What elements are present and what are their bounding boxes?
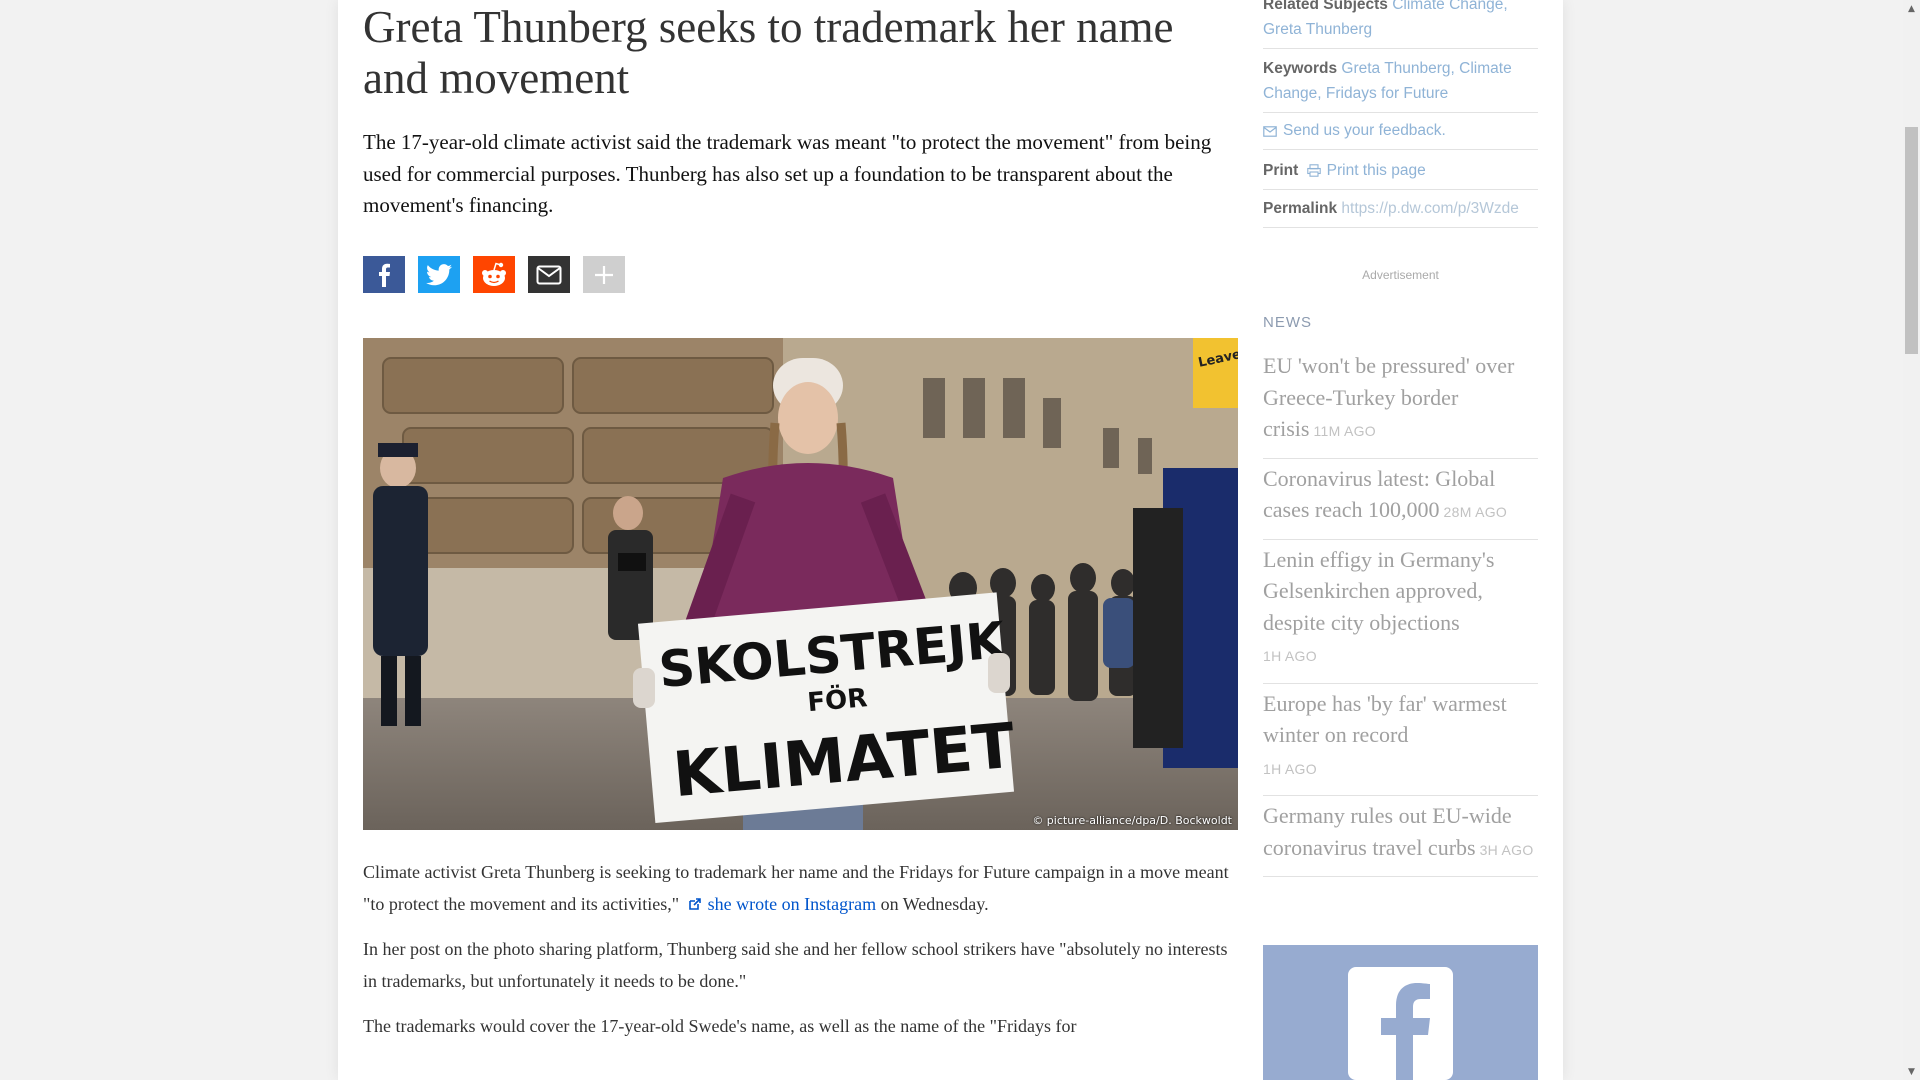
twitter-icon: [426, 263, 452, 285]
keywords-links-2[interactable]: Change, Fridays for Future: [1263, 85, 1448, 102]
permalink-label: Permalink: [1263, 200, 1338, 217]
keywords-label: Keywords: [1263, 60, 1338, 77]
feedback-link[interactable]: Send us your feedback.: [1283, 122, 1446, 139]
article-photo: Leave SKOLSTREJK FÖR KLIMATET © picture-…: [363, 338, 1238, 830]
facebook-icon: [379, 263, 390, 287]
envelope-icon: [1263, 126, 1277, 137]
print-row: Print Print this page: [1263, 158, 1538, 190]
permalink-row: Permalink https://p.dw.com/p/3Wzde: [1263, 196, 1538, 228]
share-bar: [363, 256, 625, 293]
body-paragraph-2: In her post on the photo sharing platfor…: [363, 939, 1228, 991]
news-heading: NEWS: [1263, 314, 1312, 331]
news-title: Europe has 'by far' warmest winter on re…: [1263, 690, 1507, 748]
body-paragraph-1: Climate activist Greta Thunberg is seeki…: [363, 857, 1238, 920]
printer-icon: [1306, 164, 1321, 177]
related-subjects: Related Subjects Climate Change, Greta T…: [1263, 0, 1538, 49]
news-item[interactable]: Lenin effigy in Germany's Gelsenkirchen …: [1263, 540, 1538, 684]
related-subjects-link[interactable]: Climate Change,: [1392, 0, 1507, 13]
facebook-logo-icon: [1348, 967, 1453, 1080]
reddit-icon: [482, 262, 506, 286]
vertical-scrollbar[interactable]: ▲ ▼: [1903, 0, 1920, 1080]
article-body: Climate activist Greta Thunberg is seeki…: [363, 857, 1238, 1057]
external-link-icon: [688, 897, 701, 910]
news-time: 11M AGO: [1313, 423, 1376, 439]
news-time: 3H AGO: [1479, 841, 1534, 858]
mail-icon: [536, 265, 562, 284]
scroll-up-arrow-icon[interactable]: ▲: [1903, 0, 1920, 17]
instagram-link[interactable]: she wrote on Instagram: [708, 894, 876, 914]
facebook-share-button[interactable]: [363, 256, 405, 293]
more-share-button[interactable]: [583, 256, 625, 293]
body-paragraph-1-end: on Wednesday.: [880, 893, 989, 914]
scroll-thumb[interactable]: [1905, 127, 1918, 354]
news-item[interactable]: Germany rules out EU-wide coronavirus tr…: [1263, 796, 1538, 877]
news-list: EU 'won't be pressured' over Greece-Turk…: [1263, 346, 1538, 877]
news-item[interactable]: EU 'won't be pressured' over Greece-Turk…: [1263, 346, 1538, 459]
news-title: EU 'won't be pressured' over Greece-Turk…: [1263, 353, 1515, 441]
photo-illustration: Leave SKOLSTREJK FÖR KLIMATET: [363, 338, 1238, 830]
feedback-row: Send us your feedback.: [1263, 118, 1538, 150]
article-lead: The 17-year-old climate activist said th…: [363, 130, 1212, 217]
news-title: Lenin effigy in Germany's Gelsenkirchen …: [1263, 546, 1495, 635]
facebook-widget[interactable]: [1263, 945, 1538, 1080]
related-subjects-label: Related Subjects: [1263, 0, 1388, 13]
print-label: Print: [1263, 162, 1299, 179]
permalink-url[interactable]: https://p.dw.com/p/3Wzde: [1341, 200, 1518, 217]
news-item[interactable]: Coronavirus latest: Global cases reach 1…: [1263, 459, 1538, 540]
email-share-button[interactable]: [528, 256, 570, 293]
news-item[interactable]: Europe has 'by far' warmest winter on re…: [1263, 684, 1538, 796]
news-time: 1H AGO: [1263, 648, 1317, 664]
photo-credit: © picture-alliance/dpa/D. Bockwoldt: [1032, 814, 1232, 827]
related-subjects-link-2[interactable]: Greta Thunberg: [1263, 21, 1372, 38]
news-time: 1H AGO: [1263, 760, 1317, 777]
advertisement-label: Advertisement: [1362, 268, 1439, 282]
keywords: Keywords Greta Thunberg, Climate Change,…: [1263, 56, 1538, 113]
plus-icon: [595, 265, 613, 284]
print-link[interactable]: Print this page: [1327, 162, 1426, 179]
body-paragraph-3: The trademarks would cover the 17-year-o…: [363, 1016, 1077, 1036]
twitter-share-button[interactable]: [418, 256, 460, 293]
page-container: Greta Thunberg seeks to trademark her na…: [338, 0, 1563, 1080]
keywords-links[interactable]: Greta Thunberg, Climate: [1341, 60, 1511, 77]
reddit-share-button[interactable]: [473, 256, 515, 293]
article-headline: Greta Thunberg seeks to trademark her na…: [363, 2, 1174, 103]
scroll-down-arrow-icon[interactable]: ▼: [1903, 1063, 1920, 1080]
news-time: 28M AGO: [1443, 504, 1508, 520]
news-title: Germany rules out EU-wide coronavirus tr…: [1263, 803, 1512, 860]
